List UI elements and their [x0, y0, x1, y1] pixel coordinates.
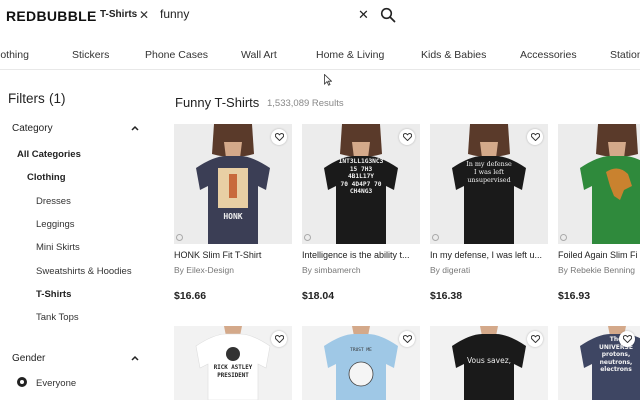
- logo[interactable]: REDBUBBLE: [6, 8, 97, 24]
- gender-option-label: Everyone: [36, 378, 77, 389]
- category-nav: lothing Stickers Phone Cases Wall Art Ho…: [0, 40, 640, 70]
- sidebar-item-tank-tops[interactable]: Tank Tops: [36, 312, 79, 323]
- nav-item-wall-art[interactable]: Wall Art: [241, 49, 277, 61]
- nav-item-home-living[interactable]: Home & Living: [316, 49, 384, 61]
- filter-chip: T-Shirts: [100, 9, 138, 20]
- product-image[interactable]: 1NT3LL1G3NC3 15 7H3 4B1L17Y 70 4D4P7 70 …: [302, 124, 420, 244]
- heart-icon[interactable]: [399, 129, 415, 145]
- product-card[interactable]: HONK HONK Slim Fit T-Shirt By Eilex-Desi…: [174, 124, 292, 324]
- sidebar-item-clothing[interactable]: Clothing: [27, 172, 66, 183]
- nav-item-phone-cases[interactable]: Phone Cases: [145, 49, 208, 61]
- product-price: $18.04: [302, 290, 335, 302]
- results-title: Funny T-Shirts: [175, 95, 260, 110]
- nav-item-clothing[interactable]: lothing: [0, 49, 29, 61]
- product-artist[interactable]: By simbamerch: [302, 265, 420, 275]
- product-price: $16.38: [430, 290, 463, 302]
- product-title[interactable]: Intelligence is the ability t...: [302, 250, 420, 260]
- product-card[interactable]: TRUST ME: [302, 326, 420, 400]
- shirt-print-text: Vous savez,: [466, 356, 512, 365]
- nav-item-kids-babies[interactable]: Kids & Babies: [421, 49, 486, 61]
- heart-icon[interactable]: [271, 129, 287, 145]
- nav-item-stickers[interactable]: Stickers: [72, 49, 109, 61]
- filters-title: Filters: [8, 91, 45, 106]
- mouse-cursor-icon: [324, 74, 332, 86]
- product-image[interactable]: RICK ASTLEY PRESIDENT: [174, 326, 292, 400]
- product-card[interactable]: 1NT3LL1G3NC3 15 7H3 4B1L17Y 70 4D4P7 70 …: [302, 124, 420, 324]
- sidebar-item-mini-skirts[interactable]: Mini Skirts: [36, 242, 80, 253]
- product-artist[interactable]: By digerati: [430, 265, 548, 275]
- product-image[interactable]: [558, 124, 640, 244]
- chip-close-icon[interactable]: ✕: [139, 8, 149, 22]
- radio-everyone[interactable]: [17, 377, 27, 387]
- info-icon[interactable]: [176, 234, 183, 241]
- sidebar-item-leggings[interactable]: Leggings: [36, 219, 75, 230]
- shirt-print-text: RICK ASTLEY PRESIDENT: [213, 365, 253, 379]
- search-input[interactable]: funny: [160, 7, 189, 21]
- info-icon[interactable]: [304, 234, 311, 241]
- product-card[interactable]: In my defense I was left unsupervised In…: [430, 124, 548, 324]
- product-price: $16.93: [558, 290, 591, 302]
- filters-count: (1): [49, 91, 66, 106]
- shirt-print-text: In my defense I was left unsupervised: [466, 160, 512, 184]
- product-artist[interactable]: By Eilex-Design: [174, 265, 292, 275]
- category-heading[interactable]: Category: [12, 123, 53, 134]
- info-icon[interactable]: [560, 234, 567, 241]
- product-card[interactable]: Foiled Again Slim Fi By Rebekie Benning …: [558, 124, 640, 324]
- heart-icon[interactable]: [619, 331, 635, 347]
- heart-icon[interactable]: [527, 129, 543, 145]
- sidebar-item-sweatshirts-hoodies[interactable]: Sweatshirts & Hoodies: [36, 266, 132, 277]
- product-card[interactable]: The UNIVERSE protons, neutrons, electron…: [558, 326, 640, 400]
- product-title[interactable]: In my defense, I was left u...: [430, 250, 548, 260]
- heart-icon[interactable]: [399, 331, 415, 347]
- nav-item-accessories[interactable]: Accessories: [520, 49, 577, 61]
- model-photo: [580, 124, 640, 244]
- sidebar-item-t-shirts[interactable]: T-Shirts: [36, 289, 71, 300]
- shirt-print-text: HONK: [223, 212, 243, 221]
- top-bar: REDBUBBLE T-Shirts ✕ funny ✕: [0, 0, 640, 32]
- search-icon[interactable]: [380, 7, 396, 23]
- product-title[interactable]: Foiled Again Slim Fi: [558, 250, 640, 260]
- product-title[interactable]: HONK Slim Fit T-Shirt: [174, 250, 292, 260]
- product-image[interactable]: Vous savez,: [430, 326, 548, 400]
- nav-item-stationery[interactable]: Station: [610, 49, 640, 61]
- clear-search-icon[interactable]: ✕: [358, 7, 369, 23]
- heart-icon[interactable]: [527, 331, 543, 347]
- product-image[interactable]: The UNIVERSE protons, neutrons, electron…: [558, 326, 640, 400]
- shirt-print-text: TRUST ME: [350, 348, 372, 353]
- product-price: $16.66: [174, 290, 207, 302]
- product-image[interactable]: HONK: [174, 124, 292, 244]
- sidebar-item-dresses[interactable]: Dresses: [36, 196, 71, 207]
- sidebar-item-all-categories[interactable]: All Categories: [17, 149, 81, 160]
- product-image[interactable]: TRUST ME: [302, 326, 420, 400]
- product-image[interactable]: In my defense I was left unsupervised: [430, 124, 548, 244]
- gender-heading[interactable]: Gender: [12, 353, 45, 364]
- info-icon[interactable]: [432, 234, 439, 241]
- product-card[interactable]: Vous savez,: [430, 326, 548, 400]
- heart-icon[interactable]: [271, 331, 287, 347]
- chevron-up-icon[interactable]: [131, 355, 139, 361]
- results-count: 1,533,089 Results: [267, 98, 344, 109]
- product-card[interactable]: RICK ASTLEY PRESIDENT: [174, 326, 292, 400]
- product-artist[interactable]: By Rebekie Benning: [558, 265, 640, 275]
- shirt-print-text: 1NT3LL1G3NC3 15 7H3 4B1L17Y 70 4D4P7 70 …: [338, 158, 384, 195]
- chevron-up-icon[interactable]: [131, 125, 139, 131]
